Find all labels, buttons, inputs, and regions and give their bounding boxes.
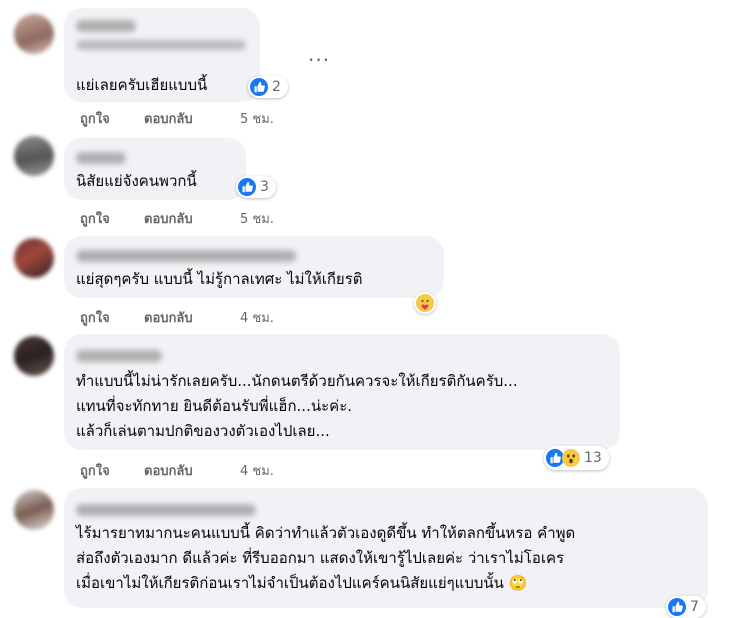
comment-text-line-2: ส่อถึงตัวเองมาก ดีแล้วค่ะ ที่รีบออกมา แส… [76,549,565,567]
like-button[interactable]: ถูกใจ [80,460,110,481]
reaction-count: 2 [272,79,281,95]
like-icon [668,598,686,616]
comment-bubble: ทำแบบนี้ไม่น่ารักเลยครับ...นักดนตรีด้วยก… [64,334,620,450]
comment-bubble: แย่สุดๆครับ แบบนี้ ไม่รู้กาลเทศะ ไม่ให้เ… [64,236,444,298]
author-name-redacted[interactable] [76,504,256,516]
comment-text-line-3: แล้วก็เล่นตามปกติของวงตัวเองไปเลย... [76,422,330,440]
timestamp[interactable]: 5 ชม. [240,108,274,129]
author-subtitle-redacted [76,40,246,50]
reaction-summary[interactable] [414,292,436,314]
comment-text: นิสัยแย่จังคนพวกนี้ [76,172,197,190]
comment-text-line-1: ไร้มารยาทมากนะคนแบบนี้ คิดว่าทำแล้วตัวเอ… [76,524,576,542]
reply-button[interactable]: ตอบกลับ [144,108,193,129]
avatar[interactable] [14,336,54,376]
reaction-summary[interactable]: 13 [544,446,609,470]
author-name-redacted[interactable] [76,350,162,362]
author-name-redacted[interactable] [76,152,126,164]
reply-button[interactable]: ตอบกลับ [144,460,193,481]
comment-bubble: ไร้มารยาทมากนะคนแบบนี้ คิดว่าทำแล้วตัวเอ… [64,488,708,608]
reaction-summary[interactable]: 3 [236,176,276,198]
wow-icon [562,449,580,467]
author-name-redacted[interactable] [76,250,296,262]
like-button[interactable]: ถูกใจ [80,208,110,229]
comment-bubble: นิสัยแย่จังคนพวกนี้ [64,138,246,200]
reaction-count: 3 [260,179,269,195]
avatar[interactable] [14,14,54,54]
avatar[interactable] [14,136,54,176]
author-name-redacted[interactable] [76,20,136,32]
reply-button[interactable]: ตอบกลับ [144,307,193,328]
reaction-count: 13 [584,450,602,466]
timestamp[interactable]: 4 ชม. [240,460,274,481]
timestamp[interactable]: 5 ชม. [240,208,274,229]
avatar[interactable] [14,238,54,278]
more-options-icon[interactable]: ... [308,42,330,66]
reaction-summary[interactable]: 7 [666,596,706,618]
care-icon [416,294,434,312]
comment-text-line-2: แทนที่จะทักทาย ยินดีต้อนรับพี่แฮ็ก...น่ะ… [76,397,353,415]
comment-text-line-3: เมื่อเขาไม่ให้เกียรติก่อนเราไม่จำเป็นต้อ… [76,574,528,592]
comment-text: แย่สุดๆครับ แบบนี้ ไม่รู้กาลเทศะ ไม่ให้เ… [76,270,363,288]
comment-text: แย่เลยครับเฮียแบบนี้ [76,76,208,94]
comment-text-line-1: ทำแบบนี้ไม่น่ารักเลยครับ...นักดนตรีด้วยก… [76,372,518,390]
like-icon [238,178,256,196]
comment-bubble: แย่เลยครับเฮียแบบนี้ [64,8,260,102]
reply-button[interactable]: ตอบกลับ [144,208,193,229]
avatar[interactable] [14,490,54,530]
reaction-summary[interactable]: 2 [248,76,288,98]
like-button[interactable]: ถูกใจ [80,108,110,129]
like-icon [250,78,268,96]
like-button[interactable]: ถูกใจ [80,307,110,328]
timestamp[interactable]: 4 ชม. [240,307,274,328]
